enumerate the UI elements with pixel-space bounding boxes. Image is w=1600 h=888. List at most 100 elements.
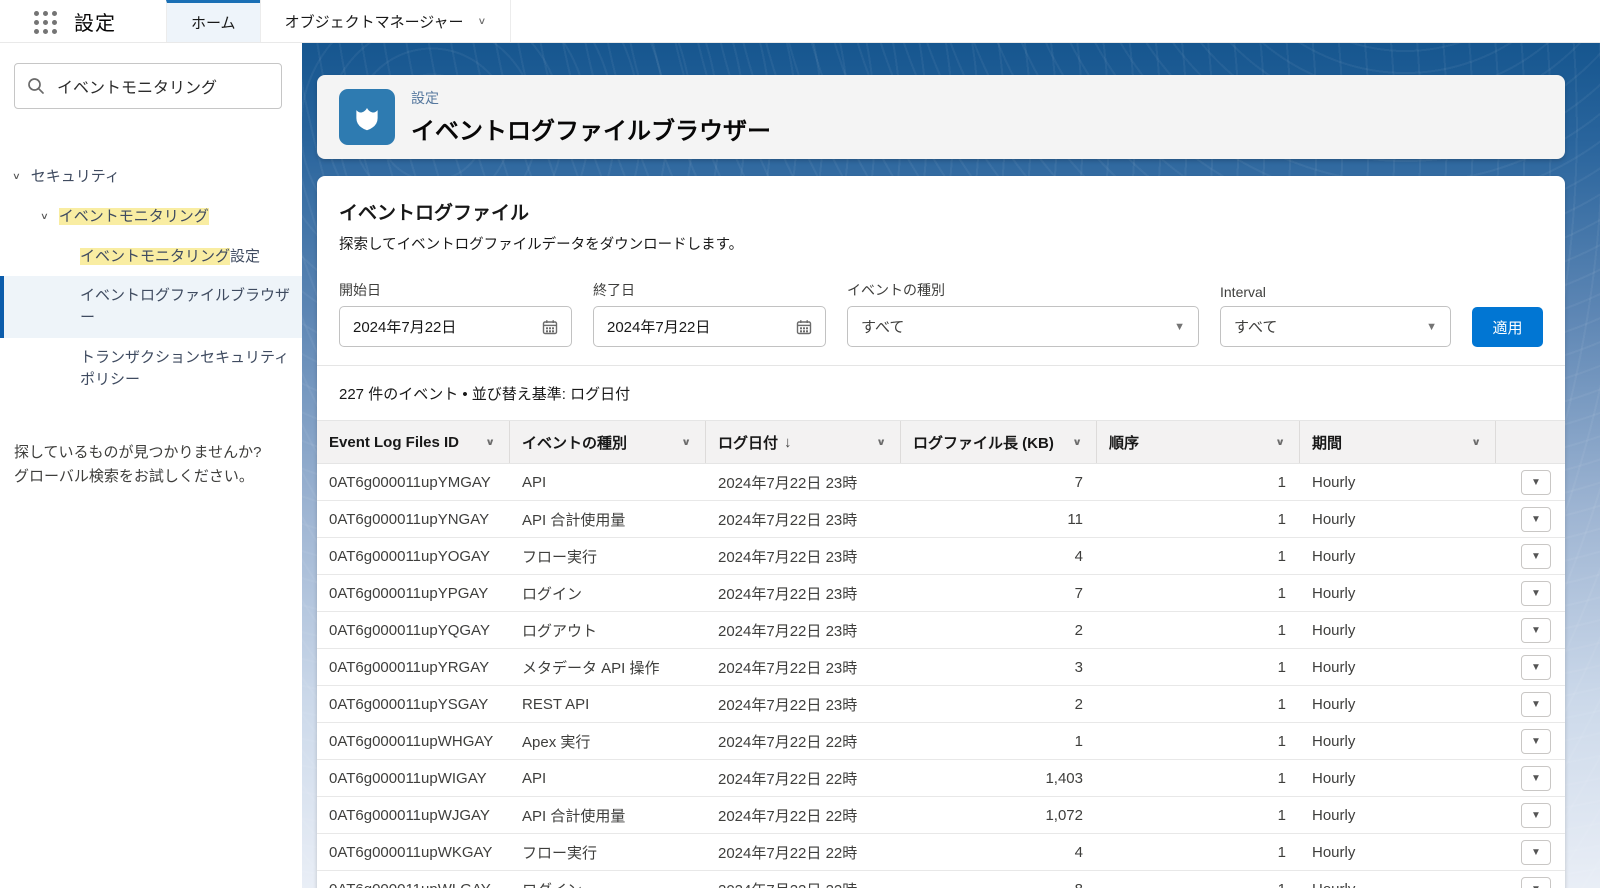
row-actions-button[interactable]: ▼ xyxy=(1521,654,1551,680)
cell-sequence: 1 xyxy=(1277,732,1286,750)
table-row: 0AT6g000011upYPGAY ログイン 2024年7月22日 23時 7 1 Ho… xyxy=(317,575,1565,612)
label-text: トランザクションセキュリティポリシー xyxy=(80,348,290,388)
chevron-down-icon[interactable]: ∨ xyxy=(677,433,695,451)
row-actions-button[interactable]: ▼ xyxy=(1521,543,1551,569)
cell-log-file-length: 7 xyxy=(1074,584,1083,602)
cell-log-file-length: 1,403 xyxy=(1045,769,1083,787)
column-header[interactable]: イベントの種別 ∨ xyxy=(510,421,706,463)
sidebar-item[interactable]: イベントログファイルブラウザー xyxy=(0,276,302,338)
cell-log-file-id: 0AT6g000011upYMGAY xyxy=(329,473,491,491)
row-actions-button[interactable]: ▼ xyxy=(1521,506,1551,532)
label-text: 設定 xyxy=(230,247,261,265)
row-actions-button[interactable]: ▼ xyxy=(1521,728,1551,754)
cell-event-type: Apex 実行 xyxy=(522,733,591,751)
event-type-select[interactable]: すべて ▼ xyxy=(847,306,1199,347)
cell-actions: ▼ xyxy=(1496,760,1565,796)
chevron-down-icon[interactable]: ∨ xyxy=(1068,433,1086,451)
column-header[interactable]: ログ日付 ↓ ∨ xyxy=(706,421,901,463)
sidebar-footer-hint: 探しているものが見つかりませんか? グローバル検索をお試しください。 xyxy=(14,441,282,488)
cell-interval: Hourly xyxy=(1312,843,1356,861)
quick-find-search-input[interactable]: イベントモニタリング xyxy=(14,63,282,109)
cell-sequence: 1 xyxy=(1277,473,1286,491)
column-header[interactable]: ログファイル長 (KB) ∨ xyxy=(901,421,1097,463)
end-date-label: 終了日 xyxy=(593,282,635,298)
global-header: 設定 ホーム オブジェクトマネージャー ∨ xyxy=(0,0,1600,43)
sidebar-item[interactable]: ∨ イベントモニタリング xyxy=(0,197,302,237)
cell-log-file-length: 8 xyxy=(901,871,1097,888)
panel-title: イベントログファイル xyxy=(339,203,530,224)
row-actions-button[interactable]: ▼ xyxy=(1521,617,1551,643)
page-title: イベントログファイルブラウザー xyxy=(411,118,771,145)
event-type-field: イベントの種別 すべて ▼ xyxy=(847,280,1199,347)
apply-button[interactable]: 適用 xyxy=(1472,307,1543,347)
cell-log-file-length: 3 xyxy=(1074,658,1083,676)
row-actions-button[interactable]: ▼ xyxy=(1521,839,1551,865)
chevron-down-icon[interactable]: ∨ xyxy=(1271,433,1289,451)
setup-tree: ∨ セキュリティ ∨ イベントモニタリング イベントモニタリング設定イベントログファイル… xyxy=(0,157,302,399)
cell-log-file-length: 2 xyxy=(1074,621,1083,639)
row-actions-button[interactable]: ▼ xyxy=(1521,691,1551,717)
cell-actions: ▼ xyxy=(1496,797,1565,833)
cell-event-type: ログアウト xyxy=(522,622,598,640)
sidebar-item[interactable]: イベントモニタリング設定 xyxy=(0,237,302,277)
cell-log-file-length: 4 xyxy=(1074,547,1083,565)
end-date-input[interactable]: 2024年7月22日 xyxy=(593,306,826,347)
sidebar-item-label: イベントログファイルブラウザー xyxy=(80,285,292,329)
table-row: 0AT6g000011upWHGAY Apex 実行 2024年7月22日 22時 1… xyxy=(317,723,1565,760)
column-header[interactable]: 期間 ∨ xyxy=(1300,421,1496,463)
cell-sequence: 1 xyxy=(1277,695,1286,713)
shield-icon xyxy=(339,89,395,145)
setup-sidebar: イベントモニタリング ∨ セキュリティ ∨ イベントモニタリング イベントモニタリング設… xyxy=(0,43,302,888)
start-date-input[interactable]: 2024年7月22日 xyxy=(339,306,572,347)
tab-object-manager[interactable]: オブジェクトマネージャー ∨ xyxy=(259,0,512,42)
row-actions-button[interactable]: ▼ xyxy=(1521,765,1551,791)
chevron-down-icon: ▼ xyxy=(1426,320,1437,333)
cell-actions: ▼ xyxy=(1496,612,1565,648)
cell-sequence: 1 xyxy=(1277,584,1286,602)
tab-home[interactable]: ホーム xyxy=(166,0,260,42)
sidebar-footer-line2: グローバル検索をお試しください。 xyxy=(14,467,254,485)
sidebar-item[interactable]: トランザクションセキュリティポリシー xyxy=(0,338,302,400)
panel-subtitle: 探索してイベントログファイルデータをダウンロードします。 xyxy=(339,237,744,253)
app-launcher-icon[interactable] xyxy=(30,7,60,37)
column-header-label: ログファイル長 (KB) xyxy=(913,434,1054,452)
cell-log-file-id: 0AT6g000011upYNGAY xyxy=(329,510,490,528)
filter-bar: 開始日 2024年7月22日 終了日 2024年7月22日 イベントの種別 すべ… xyxy=(339,280,1543,347)
column-header-actions xyxy=(1496,421,1565,463)
table-row: 0AT6g000011upWJGAY API 合計使用量 2024年7月22日 22… xyxy=(317,797,1565,834)
chevron-down-icon[interactable]: ∨ xyxy=(481,433,499,451)
cell-event-type: ログイン xyxy=(522,585,583,603)
cell-interval: Hourly xyxy=(1312,584,1356,602)
cell-event-type: API 合計使用量 xyxy=(522,511,626,529)
cell-log-date: 2024年7月22日 22時 xyxy=(718,807,858,825)
label-text: イベントログファイルブラウザー xyxy=(80,287,291,326)
cell-event-type: フロー実行 xyxy=(522,844,598,862)
cell-log-date: 2024年7月22日 23時 xyxy=(718,585,858,603)
cell-log-file-length: 1,072 xyxy=(1045,806,1083,824)
tab-label: ホーム xyxy=(191,15,236,32)
sidebar-item-label: セキュリティ xyxy=(31,166,120,188)
cell-log-file-id: 0AT6g000011upWKGAY xyxy=(329,843,493,861)
chevron-down-icon[interactable]: ∨ xyxy=(1467,433,1485,451)
row-actions-button[interactable]: ▼ xyxy=(1521,469,1551,495)
calendar-icon xyxy=(796,319,812,334)
table-row: 0AT6g000011upYMGAY API 2024年7月22日 23時 7 1 Hou… xyxy=(317,464,1565,501)
interval-select[interactable]: すべて ▼ xyxy=(1220,306,1451,347)
sidebar-item[interactable]: ∨ セキュリティ xyxy=(0,157,302,197)
column-header[interactable]: Event Log Files ID ∨ xyxy=(317,421,510,463)
quick-find-value: イベントモニタリング xyxy=(57,80,218,97)
row-actions-button[interactable]: ▼ xyxy=(1521,876,1551,888)
cell-actions: ▼ xyxy=(1496,464,1565,500)
calendar-icon xyxy=(542,319,558,334)
cell-log-file-length: 11 xyxy=(1067,510,1083,528)
chevron-down-icon[interactable]: ∨ xyxy=(872,433,890,451)
event-log-panel: イベントログファイル 探索してイベントログファイルデータをダウンロードします。 … xyxy=(317,176,1565,888)
row-actions-button[interactable]: ▼ xyxy=(1521,580,1551,606)
table-row: 0AT6g000011upWLGAYログイン2024年7月22日 22時81Ho… xyxy=(317,871,1565,888)
cell-interval: Hourly xyxy=(1312,806,1356,824)
row-actions-button[interactable]: ▼ xyxy=(1521,802,1551,828)
sidebar-footer-line1: 探しているものが見つかりませんか? xyxy=(14,444,262,462)
start-date-label: 開始日 xyxy=(339,282,381,298)
column-header[interactable]: 順序 ∨ xyxy=(1097,421,1300,463)
sort-desc-icon: ↓ xyxy=(784,433,792,451)
